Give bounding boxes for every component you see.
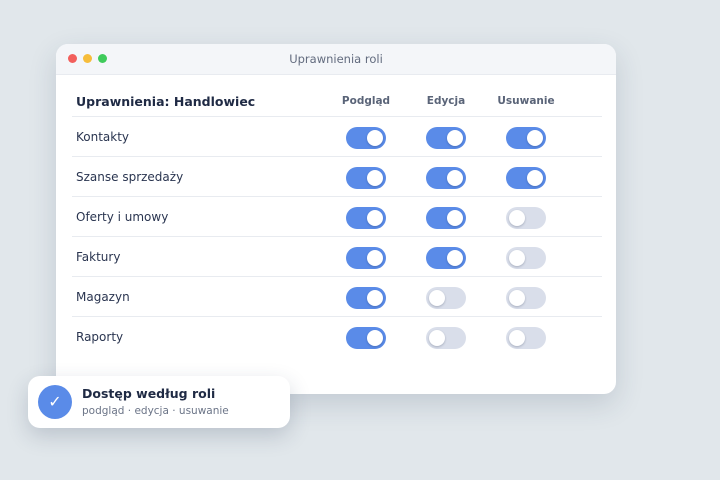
table-header: Uprawnienia: Handlowiec Podgląd Edycja U…: [72, 84, 602, 117]
table-row: Szanse sprzedaży: [72, 157, 602, 197]
toggle-knob: [447, 210, 463, 226]
view-toggle[interactable]: [346, 207, 386, 229]
table-row: Faktury: [72, 237, 602, 277]
toggle-knob: [367, 330, 383, 346]
view-toggle[interactable]: [346, 327, 386, 349]
edit-toggle[interactable]: [426, 127, 466, 149]
edit-toggle[interactable]: [426, 207, 466, 229]
card-title: Dostęp według roli: [82, 386, 216, 401]
toggle-knob: [447, 130, 463, 146]
delete-toggle[interactable]: [506, 207, 546, 229]
toggle-knob: [509, 290, 525, 306]
delete-toggle[interactable]: [506, 327, 546, 349]
toggle-knob: [447, 170, 463, 186]
view-toggle[interactable]: [346, 287, 386, 309]
table-row: Raporty: [72, 317, 602, 356]
delete-toggle[interactable]: [506, 167, 546, 189]
toggle-knob: [367, 210, 383, 226]
toggle-knob: [509, 330, 525, 346]
row-label: Szanse sprzedaży: [76, 170, 184, 184]
table-row: Oferty i umowy: [72, 197, 602, 237]
view-toggle[interactable]: [346, 247, 386, 269]
edit-toggle[interactable]: [426, 287, 466, 309]
card-subtitle: podgląd · edycja · usuwanie: [82, 405, 229, 417]
window-title: Uprawnienia roli: [289, 52, 383, 66]
toggle-knob: [527, 170, 543, 186]
column-header-delete: Usuwanie: [497, 95, 555, 107]
row-label: Kontakty: [76, 130, 130, 144]
edit-toggle[interactable]: [426, 247, 466, 269]
row-label: Oferty i umowy: [76, 210, 169, 224]
toggle-knob: [509, 250, 525, 266]
row-label: Faktury: [76, 250, 121, 264]
toggle-knob: [447, 250, 463, 266]
window-titlebar: Uprawnienia roli: [56, 44, 616, 75]
role-title: Uprawnienia: Handlowiec: [76, 94, 256, 109]
check-icon: ✓: [38, 385, 72, 419]
row-label: Magazyn: [76, 290, 130, 304]
column-header-edit: Edycja: [426, 95, 466, 107]
permissions-window: Uprawnienia roli Uprawnienia: Handlowiec…: [56, 44, 616, 394]
delete-toggle[interactable]: [506, 287, 546, 309]
toggle-knob: [429, 290, 445, 306]
view-toggle[interactable]: [346, 127, 386, 149]
delete-toggle[interactable]: [506, 247, 546, 269]
delete-toggle[interactable]: [506, 127, 546, 149]
edit-toggle[interactable]: [426, 327, 466, 349]
toggle-knob: [429, 330, 445, 346]
toggle-knob: [527, 130, 543, 146]
toggle-knob: [509, 210, 525, 226]
toggle-knob: [367, 130, 383, 146]
column-header-view: Podgląd: [341, 95, 391, 107]
toggle-knob: [367, 290, 383, 306]
table-row: Magazyn: [72, 277, 602, 317]
toggle-knob: [367, 250, 383, 266]
view-toggle[interactable]: [346, 167, 386, 189]
row-label: Raporty: [76, 330, 124, 344]
toggle-knob: [367, 170, 383, 186]
edit-toggle[interactable]: [426, 167, 466, 189]
table-row: Kontakty: [72, 117, 602, 157]
permissions-table: Uprawnienia: Handlowiec Podgląd Edycja U…: [72, 84, 602, 356]
role-access-card: ✓ Dostęp według roli podgląd · edycja · …: [28, 376, 290, 428]
